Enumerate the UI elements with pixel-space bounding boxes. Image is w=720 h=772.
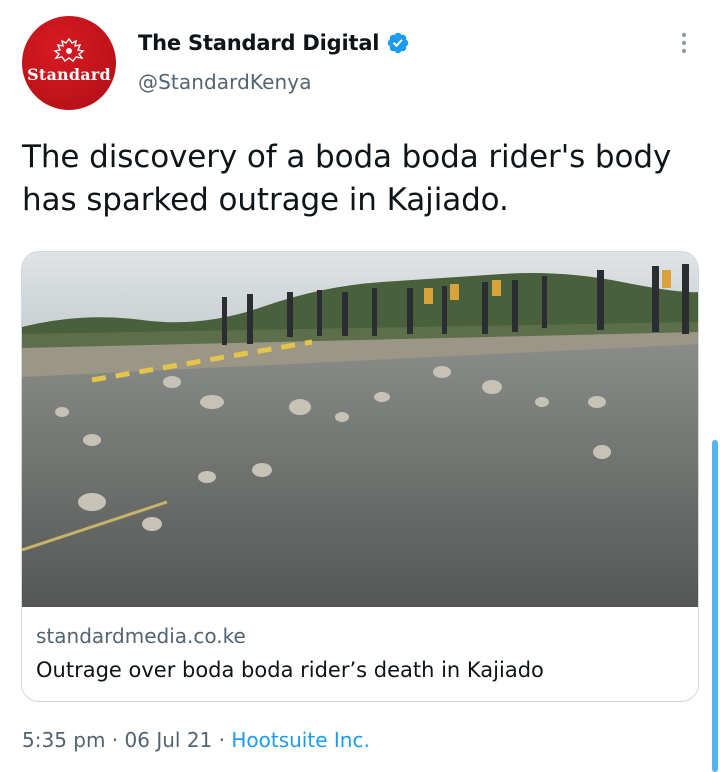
- avatar-wordmark: Standard: [27, 64, 111, 84]
- tweet-date[interactable]: 06 Jul 21: [125, 728, 213, 752]
- meta-separator: ·: [105, 728, 125, 752]
- card-title: Outrage over boda boda rider’s death in …: [36, 658, 544, 682]
- verified-badge-icon: [388, 32, 409, 54]
- scrollbar[interactable]: [712, 440, 718, 772]
- meta-separator: ·: [212, 728, 232, 752]
- tweet-text: The discovery of a boda boda rider's bod…: [22, 139, 672, 218]
- card-image[interactable]: [22, 252, 699, 607]
- link-card[interactable]: standardmedia.co.ke Outrage over boda bo…: [21, 251, 699, 702]
- coat-of-arms-icon: [53, 37, 85, 62]
- tweet-meta: 5:35 pm · 06 Jul 21 · Hootsuite Inc.: [22, 728, 370, 752]
- author-name-row: The Standard Digital: [138, 28, 410, 58]
- author-block: The Standard Digital @StandardKenya: [138, 28, 410, 94]
- card-domain: standardmedia.co.ke: [36, 624, 246, 648]
- avatar[interactable]: Standard: [22, 16, 116, 110]
- more-dot-icon: [682, 33, 686, 37]
- author-handle[interactable]: @StandardKenya: [138, 70, 410, 94]
- author-name[interactable]: The Standard Digital: [138, 31, 379, 55]
- more-options-button[interactable]: [670, 28, 698, 58]
- more-dot-icon: [682, 41, 686, 45]
- tweet-time[interactable]: 5:35 pm: [22, 728, 105, 752]
- more-dot-icon: [682, 49, 686, 53]
- tweet-source-link[interactable]: Hootsuite Inc.: [231, 728, 369, 752]
- tweet: Standard The Standard Digital @StandardK…: [0, 0, 720, 772]
